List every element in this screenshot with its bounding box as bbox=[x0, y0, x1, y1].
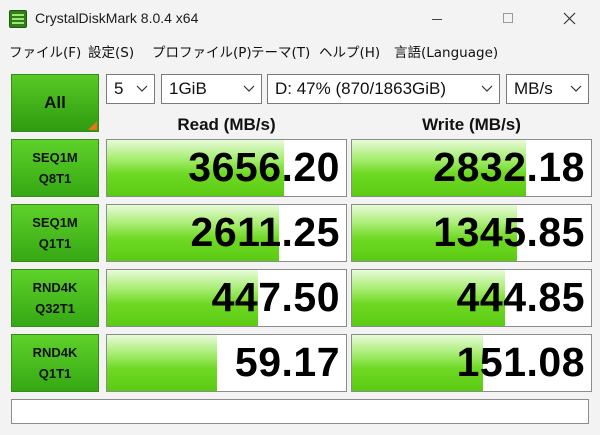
row-label-type: SEQ1M bbox=[32, 150, 78, 165]
corner-marker-icon bbox=[88, 121, 97, 130]
minimize-button[interactable] bbox=[414, 0, 460, 39]
row-label-type: RND4K bbox=[32, 280, 78, 295]
write-result: 444.85 bbox=[351, 269, 592, 327]
row-label-queue: Q8T1 bbox=[38, 171, 72, 186]
row-label-queue: Q32T1 bbox=[35, 301, 75, 316]
menu-bar: ファイル(F) 設定(S) プロファイル(P) テーマ(T) ヘルプ(H) 言語… bbox=[0, 39, 600, 61]
unit-value: MB/s bbox=[514, 79, 553, 98]
drive-value: D: 47% (870/1863GiB) bbox=[275, 79, 447, 98]
test-size-value: 1GiB bbox=[169, 79, 207, 98]
menu-theme[interactable]: テーマ(T) bbox=[251, 41, 310, 61]
test-count-select[interactable]: 5 bbox=[106, 74, 155, 104]
read-result-bar bbox=[107, 335, 217, 391]
menu-help[interactable]: ヘルプ(H) bbox=[319, 41, 380, 61]
write-header: Write (MB/s) bbox=[422, 115, 521, 134]
unit-select[interactable]: MB/s bbox=[506, 74, 589, 104]
write-result-value: 444.85 bbox=[456, 274, 585, 320]
row-label-queue: Q1T1 bbox=[38, 366, 72, 381]
read-result: 2611.25 bbox=[106, 204, 347, 262]
read-header: Read (MB/s) bbox=[177, 115, 276, 134]
menu-file[interactable]: ファイル(F) bbox=[9, 41, 81, 61]
close-icon bbox=[563, 12, 576, 25]
read-result-value: 3656.20 bbox=[188, 144, 340, 190]
menu-language[interactable]: 言語(Language) bbox=[394, 41, 498, 61]
test-count-value: 5 bbox=[114, 79, 124, 98]
all-button-label: All bbox=[44, 93, 66, 112]
chevron-down-icon bbox=[481, 85, 493, 92]
row-label-queue: Q1T1 bbox=[38, 236, 72, 251]
title-bar: CrystalDiskMark 8.0.4 x64 bbox=[0, 0, 600, 39]
all-button[interactable]: All bbox=[11, 74, 99, 132]
read-result: 59.17 bbox=[106, 334, 347, 392]
row-label-type: RND4K bbox=[32, 345, 78, 360]
write-result: 151.08 bbox=[351, 334, 592, 392]
rnd4k-q1t1-button[interactable]: RND4K Q1T1 bbox=[11, 334, 99, 392]
app-icon bbox=[9, 10, 27, 28]
seq1m-q8t1-button[interactable]: SEQ1M Q8T1 bbox=[11, 139, 99, 197]
row-label-type: SEQ1M bbox=[32, 215, 78, 230]
write-result-value: 1345.85 bbox=[433, 209, 585, 255]
comment-field[interactable] bbox=[11, 399, 589, 424]
close-button[interactable] bbox=[546, 0, 592, 39]
test-size-select[interactable]: 1GiB bbox=[161, 74, 262, 104]
seq1m-q1t1-button[interactable]: SEQ1M Q1T1 bbox=[11, 204, 99, 262]
drive-select[interactable]: D: 47% (870/1863GiB) bbox=[267, 74, 500, 104]
write-result: 1345.85 bbox=[351, 204, 592, 262]
chevron-down-icon bbox=[243, 85, 255, 92]
chevron-down-icon bbox=[570, 85, 582, 92]
window-title: CrystalDiskMark 8.0.4 x64 bbox=[35, 10, 199, 26]
read-result: 447.50 bbox=[106, 269, 347, 327]
read-result-value: 2611.25 bbox=[190, 209, 340, 255]
write-result-value: 151.08 bbox=[456, 339, 585, 385]
menu-settings[interactable]: 設定(S) bbox=[88, 41, 134, 61]
maximize-button[interactable] bbox=[485, 0, 531, 39]
write-result-value: 2832.18 bbox=[433, 144, 585, 190]
read-result-value: 59.17 bbox=[234, 339, 340, 385]
read-result-value: 447.50 bbox=[211, 274, 340, 320]
chevron-down-icon bbox=[136, 85, 148, 92]
write-result: 2832.18 bbox=[351, 139, 592, 197]
rnd4k-q32t1-button[interactable]: RND4K Q32T1 bbox=[11, 269, 99, 327]
read-result: 3656.20 bbox=[106, 139, 347, 197]
menu-profile[interactable]: プロファイル(P) bbox=[152, 41, 252, 61]
